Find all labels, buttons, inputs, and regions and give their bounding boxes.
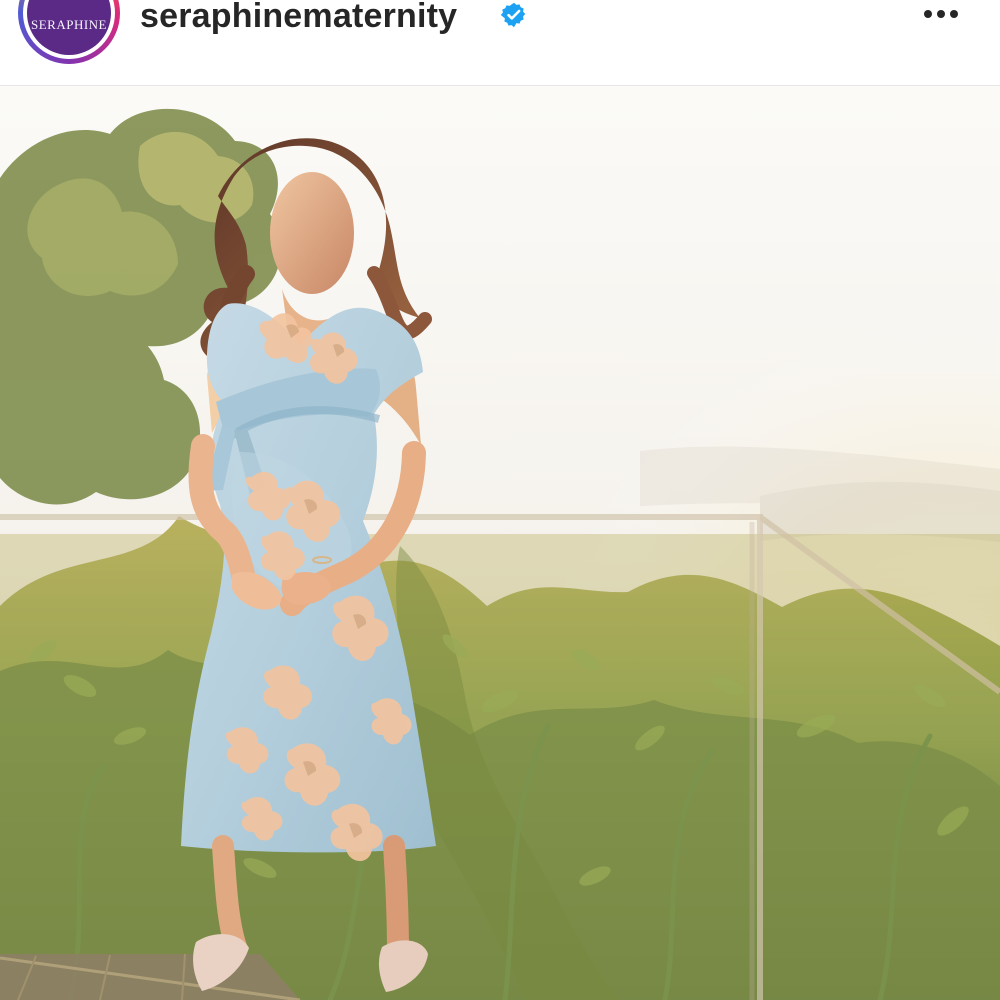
maternity-dress-photo [0,86,1000,1000]
instagram-post-view: SERAPHINE seraphinematernity [0,0,1000,1000]
post-image[interactable] [0,86,1000,1000]
post-header: SERAPHINE seraphinematernity [0,0,1000,86]
verified-badge-icon [500,2,526,28]
profile-avatar[interactable]: SERAPHINE [27,0,111,55]
post-username[interactable]: seraphinematernity [140,0,457,40]
more-options-icon [924,10,958,18]
profile-avatar-ring[interactable]: SERAPHINE [18,0,120,64]
avatar-brand-text: SERAPHINE [30,17,107,32]
more-dot-icon [950,10,958,18]
more-dot-icon [937,10,945,18]
more-dot-icon [924,10,932,18]
more-options-button[interactable] [916,0,966,28]
profile-avatar-gap: SERAPHINE [23,0,115,59]
